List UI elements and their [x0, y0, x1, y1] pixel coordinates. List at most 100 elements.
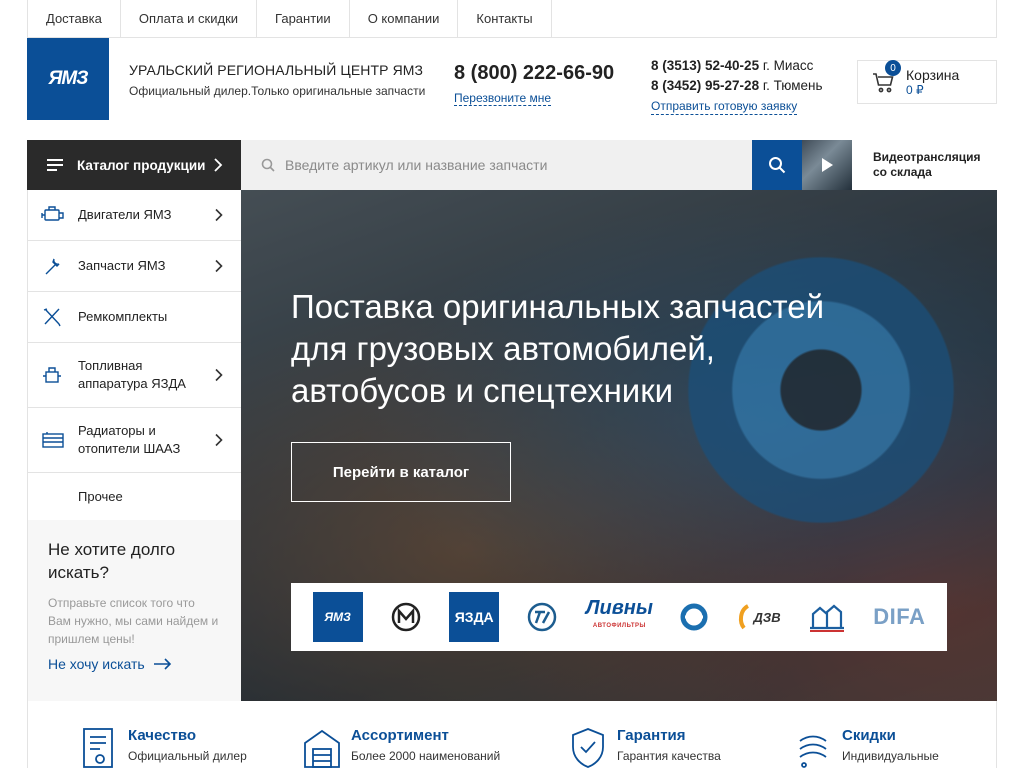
- brand-logo-tz[interactable]: [526, 592, 558, 642]
- main-phone-number[interactable]: 8 (800) 222-66-90: [454, 62, 614, 85]
- feature-subtitle: Более 2000 наименований: [351, 749, 501, 763]
- phone-number[interactable]: 8 (3513) 52-40-25: [651, 58, 759, 73]
- chevron-right-icon: [215, 433, 223, 447]
- regional-phones: 8 (3513) 52-40-25 г. Миасс 8 (3452) 95-2…: [651, 56, 823, 116]
- sidebar-item-parts[interactable]: Запчасти ЯМЗ: [28, 241, 241, 292]
- shield-icon: [572, 728, 604, 768]
- search-button[interactable]: [752, 140, 802, 190]
- sidebar-item-fuel-equipment[interactable]: Топливная аппаратура ЯЗДА: [28, 343, 241, 408]
- chevron-right-icon: [215, 208, 223, 222]
- brand-emblem-icon: [391, 602, 421, 632]
- promo-link-label: Не хочу искать: [48, 656, 145, 672]
- arrow-right-icon: [153, 658, 171, 670]
- warehouse-icon: [304, 729, 340, 768]
- cart-count-badge: 0: [885, 60, 901, 76]
- tools-icon: [43, 308, 61, 327]
- phone-tyumen: 8 (3452) 95-27-28 г. Тюмень: [651, 76, 823, 96]
- site-logo[interactable]: ЯМЗ: [27, 38, 109, 120]
- wrench-icon: [45, 258, 60, 275]
- sidebar-item-label: Топливная: [78, 358, 143, 373]
- fuel-pump-icon: [43, 367, 61, 383]
- sidebar-item-label: Прочее: [78, 489, 123, 504]
- video-stream-thumbnail[interactable]: [802, 140, 852, 190]
- play-icon: [822, 158, 833, 172]
- brand-ring-icon: [680, 603, 708, 631]
- nav-link-delivery[interactable]: Доставка: [28, 0, 121, 37]
- brand-logo-difa[interactable]: DIFA: [873, 592, 925, 642]
- dont-want-search-link[interactable]: Не хочу искать: [48, 656, 221, 672]
- promo-text-line: Отправьте список того что: [48, 596, 195, 610]
- sidebar-item-label: Ремкомплекты: [78, 309, 168, 324]
- feature-title: Скидки: [842, 727, 896, 744]
- sidebar-item-repair-kits[interactable]: Ремкомплекты: [28, 292, 241, 343]
- promo-title: Не хотите долго искать?: [48, 538, 221, 584]
- feature-guarantee: Гарантия Гарантия качества: [569, 727, 721, 768]
- catalog-button[interactable]: Каталог продукции: [27, 140, 241, 190]
- feature-title: Качество: [128, 727, 197, 744]
- search-bar: [241, 140, 752, 190]
- chevron-right-icon: [215, 259, 223, 273]
- sidebar-item-other[interactable]: Прочее: [28, 473, 241, 521]
- sidebar-item-label: аппаратура ЯЗДА: [78, 376, 186, 391]
- feature-quality: Качество Официальный дилер: [80, 727, 247, 768]
- nav-link-guarantees[interactable]: Гарантии: [257, 0, 350, 37]
- cart-button[interactable]: 0 Корзина 0 ₽: [857, 60, 997, 104]
- brand-logo-circle-emblem[interactable]: [390, 592, 422, 642]
- company-info: Уральский региональный центр ЯМЗ Официал…: [129, 62, 425, 98]
- nav-link-contacts[interactable]: Контакты: [458, 0, 552, 37]
- send-request-link[interactable]: Отправить готовую заявку: [651, 98, 798, 115]
- nav-link-about[interactable]: О компании: [350, 0, 459, 37]
- video-label-line: Видеотрансляция: [873, 150, 981, 164]
- chevron-right-icon: [214, 158, 223, 172]
- logo-text: ЯМЗ: [48, 68, 89, 89]
- promo-title-line: Не хотите долго: [48, 540, 176, 559]
- quick-request-promo: Не хотите долго искать? Отправьте список…: [28, 520, 241, 701]
- brand-logo-dzv[interactable]: ДЗВ: [736, 592, 781, 642]
- brand-logo-yazda[interactable]: ЯЗДА: [449, 592, 500, 642]
- brand-logos-strip: ЯМЗ ЯЗДА Ливны АВТОФИЛЬТРЫ ДЗВ DIFA: [291, 583, 947, 651]
- sidebar-item-label: Двигатели ЯМЗ: [78, 207, 172, 222]
- promo-text-line: пришлем цены!: [48, 632, 135, 646]
- feature-discounts: Скидки Индивидуальные: [794, 727, 939, 768]
- search-icon: [769, 157, 786, 174]
- top-navigation: Доставка Оплата и скидки Гарантии О комп…: [27, 0, 997, 38]
- feature-subtitle: Индивидуальные: [842, 749, 939, 763]
- feature-subtitle: Гарантия качества: [617, 749, 721, 763]
- chevron-right-icon: [215, 368, 223, 382]
- cart-icon: 0: [872, 60, 901, 94]
- brand-livny-subtitle: АВТОФИЛЬТРЫ: [592, 623, 646, 629]
- brand-logo-building[interactable]: [808, 592, 846, 642]
- feature-title: Ассортимент: [351, 727, 449, 744]
- search-input[interactable]: [285, 157, 725, 173]
- hero-title-line: Поставка оригинальных запчастей: [291, 288, 825, 325]
- search-hint-icon: [261, 158, 275, 172]
- video-stream-link[interactable]: Видеотрансляция со склада: [873, 150, 981, 180]
- company-name: Уральский региональный центр ЯМЗ: [129, 62, 424, 78]
- sidebar-item-engines[interactable]: Двигатели ЯМЗ: [28, 190, 241, 241]
- callback-link[interactable]: Перезвоните мне: [454, 91, 552, 106]
- nav-link-payment[interactable]: Оплата и скидки: [121, 0, 258, 37]
- go-to-catalog-button[interactable]: Перейти в каталог: [291, 442, 511, 502]
- phone-number[interactable]: 8 (3452) 95-27-28: [651, 78, 759, 93]
- sidebar-item-label: отопители ШААЗ: [78, 441, 181, 456]
- hero-title-line: автобусов и спецтехники: [291, 372, 674, 409]
- sidebar-item-label: Запчасти ЯМЗ: [78, 258, 166, 273]
- brand-dzv-text: ДЗВ: [753, 609, 781, 625]
- brand-logo-ring[interactable]: [680, 592, 708, 642]
- brand-building-icon: [809, 604, 844, 632]
- feature-assortment: Ассортимент Более 2000 наименований: [303, 727, 500, 768]
- hero-banner: Поставка оригинальных запчастей для груз…: [241, 190, 997, 701]
- hero-title-line: для грузовых автомобилей,: [291, 330, 715, 367]
- promo-title-line: искать?: [48, 563, 109, 582]
- brand-logo-yamz[interactable]: ЯМЗ: [312, 592, 363, 642]
- sidebar-item-radiators[interactable]: Радиаторы и отопители ШААЗ: [28, 408, 241, 473]
- promo-text: Отправьте список того что Вам нужно, мы …: [48, 594, 221, 648]
- promo-text-line: Вам нужно, мы сами найдем и: [48, 614, 219, 628]
- advantages-strip: Качество Официальный дилер Ассортимент Б…: [27, 701, 997, 768]
- hero-title: Поставка оригинальных запчастей для груз…: [291, 286, 931, 412]
- discount-icon: [799, 735, 827, 768]
- brand-logo-livny[interactable]: Ливны АВТОФИЛЬТРЫ: [586, 592, 653, 642]
- radiator-icon: [42, 432, 64, 448]
- brand-dzv-icon: [738, 604, 749, 630]
- phone-city: г. Тюмень: [762, 78, 823, 93]
